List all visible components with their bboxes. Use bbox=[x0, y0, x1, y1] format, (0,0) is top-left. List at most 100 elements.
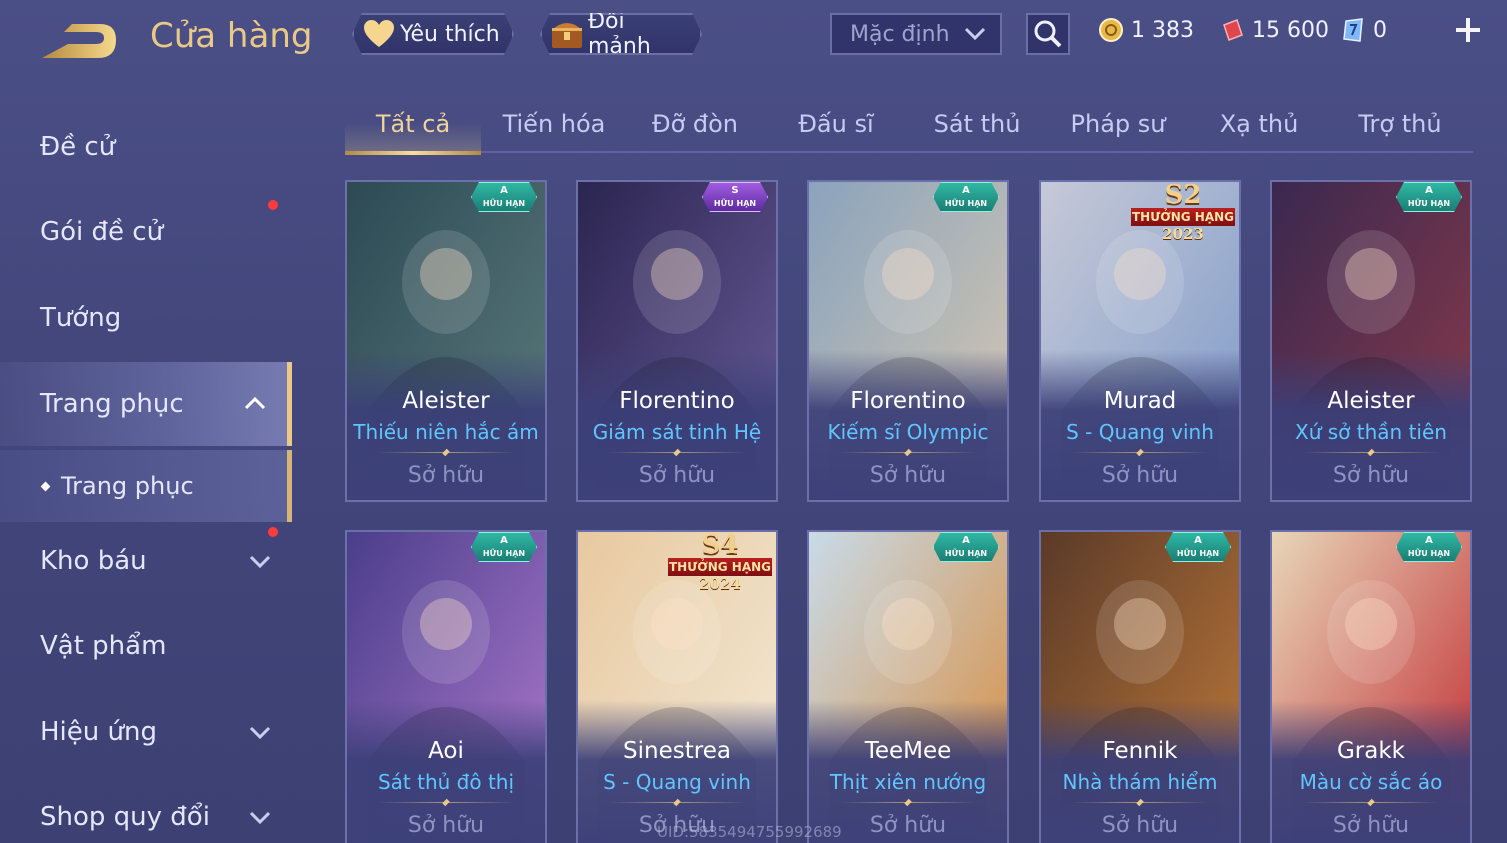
skin-card[interactable]: S HỮU HẠN Florentino Giám sát tinh Hệ Sở hữu bbox=[576, 180, 778, 502]
sidebar-item-skins[interactable]: Trang phục bbox=[0, 362, 292, 446]
card-divider bbox=[1302, 798, 1440, 807]
tab-mage[interactable]: Pháp sư bbox=[1050, 95, 1186, 153]
hero-name: Florentino bbox=[850, 388, 966, 414]
skin-card[interactable]: A HỮU HẠN Aleister Xứ sở thần tiên Sở hữu bbox=[1270, 180, 1472, 502]
badge-grade: A bbox=[962, 535, 970, 546]
chevron-up-icon bbox=[244, 396, 266, 410]
tab-marksman[interactable]: Xạ thủ bbox=[1191, 95, 1327, 153]
card-divider bbox=[1302, 448, 1440, 457]
chevron-down-icon bbox=[964, 27, 986, 41]
gem-currency: 0 bbox=[1339, 16, 1387, 44]
limited-badge: A HỮU HẠN bbox=[933, 532, 999, 562]
sidebar-item-label: Hiệu ứng bbox=[40, 717, 157, 747]
search-button[interactable] bbox=[1026, 13, 1070, 55]
gold-coin-icon bbox=[1097, 16, 1125, 44]
badge-grade: A bbox=[500, 185, 508, 196]
tab-assassin[interactable]: Sát thủ bbox=[909, 95, 1045, 153]
skin-name: Sát thủ đô thị bbox=[377, 770, 515, 794]
card-divider bbox=[839, 448, 977, 457]
sidebar-item-label: Kho báu bbox=[40, 546, 147, 576]
limited-badge: A HỮU HẠN bbox=[1396, 182, 1462, 212]
ownership-status: Sở hữu bbox=[638, 463, 716, 488]
sidebar-item-heroes[interactable]: Tướng bbox=[0, 276, 292, 360]
ownership-status: Sở hữu bbox=[869, 463, 947, 488]
skin-name: S - Quang vinh bbox=[1066, 420, 1214, 444]
sort-value: Mặc định bbox=[850, 21, 950, 47]
badge-label: HỮU HẠN bbox=[944, 549, 988, 558]
tab-support[interactable]: Trợ thủ bbox=[1332, 95, 1468, 153]
hero-name: Grakk bbox=[1336, 738, 1405, 764]
blue-gem-icon bbox=[1339, 16, 1367, 44]
tab-tank[interactable]: Đỡ đòn bbox=[627, 95, 763, 153]
limited-badge: A HỮU HẠN bbox=[471, 182, 537, 212]
skin-card[interactable]: A HỮU HẠN Aleister Thiếu niên hắc ám Sở hữu bbox=[345, 180, 547, 502]
red-voucher-icon bbox=[1218, 16, 1246, 44]
skin-name: Giám sát tinh Hệ bbox=[592, 420, 762, 444]
badge-label: HỮU HẠN bbox=[713, 199, 757, 208]
skin-grid: A HỮU HẠN Aleister Thiếu niên hắc ám Sở hữu S… bbox=[345, 180, 1475, 843]
skin-name: Nhà thám hiểm bbox=[1062, 770, 1218, 794]
badge-label: HỮU HẠN bbox=[944, 199, 988, 208]
ownership-status: Sở hữu bbox=[407, 813, 485, 838]
skin-card[interactable]: A HỮU HẠN Florentino Kiếm sĩ Olympic Sở hữu bbox=[807, 180, 1009, 502]
hero-name: Murad bbox=[1103, 388, 1177, 414]
skin-card[interactable]: A HỮU HẠN Grakk Màu cờ sắc áo Sở hữu bbox=[1270, 530, 1472, 843]
sidebar-item-recommended[interactable]: Đề cử bbox=[0, 105, 292, 189]
top-bar: Cửa hàng Yêu thích Đổi mảnh Mặc định 1 3… bbox=[0, 0, 1507, 80]
badge-grade: A bbox=[500, 535, 508, 546]
hero-name: Fennik bbox=[1102, 738, 1178, 764]
voucher-amount: 15 600 bbox=[1252, 17, 1329, 43]
season-rank-badge: S2 THƯỞNG HẠNG 2023 bbox=[1131, 180, 1235, 242]
sidebar-subitem-skins[interactable]: Trang phục bbox=[0, 450, 292, 522]
skin-name: Màu cờ sắc áo bbox=[1299, 770, 1443, 794]
skin-name: Kiếm sĩ Olympic bbox=[827, 420, 989, 444]
treasure-chest-icon bbox=[550, 18, 584, 50]
chevron-down-icon bbox=[249, 555, 271, 569]
back-arrow-icon[interactable] bbox=[38, 18, 120, 62]
skin-name: Xứ sở thần tiên bbox=[1295, 420, 1447, 444]
sidebar: Đề cử Gói đề cử Tướng Trang phục Trang p… bbox=[0, 95, 292, 843]
sidebar-item-treasure[interactable]: Kho báu bbox=[0, 519, 292, 603]
sidebar-item-label: Đề cử bbox=[40, 132, 116, 162]
badge-grade: S bbox=[731, 185, 739, 196]
favorites-label: Yêu thích bbox=[400, 21, 500, 47]
skin-card[interactable]: A HỮU HẠN TeeMee Thịt xiên nướng Sở hữu bbox=[807, 530, 1009, 843]
sidebar-item-effects[interactable]: Hiệu ứng bbox=[0, 690, 292, 774]
sidebar-item-items[interactable]: Vật phẩm bbox=[0, 604, 292, 688]
favorites-button[interactable]: Yêu thích bbox=[352, 13, 514, 55]
gem-amount: 0 bbox=[1373, 17, 1387, 43]
badge-grade: A bbox=[1194, 535, 1202, 546]
badge-grade: A bbox=[1425, 185, 1433, 196]
sidebar-item-recommended-packs[interactable]: Gói đề cử bbox=[0, 190, 292, 274]
limited-badge: A HỮU HẠN bbox=[1165, 532, 1231, 562]
card-divider bbox=[1071, 798, 1209, 807]
skin-card[interactable]: A HỮU HẠN Fennik Nhà thám hiểm Sở hữu bbox=[1039, 530, 1241, 843]
plus-icon[interactable] bbox=[1452, 14, 1484, 46]
rank-ribbon: THƯỞNG HẠNG bbox=[668, 558, 772, 576]
page-title: Cửa hàng bbox=[150, 16, 313, 56]
sidebar-item-label: Trang phục bbox=[61, 472, 194, 500]
hero-name: Aleister bbox=[402, 388, 490, 414]
skin-card[interactable]: A HỮU HẠN Aoi Sát thủ đô thị Sở hữu bbox=[345, 530, 547, 843]
user-id-watermark: UID:58354947559926​89 bbox=[657, 823, 842, 841]
exchange-shards-button[interactable]: Đổi mảnh bbox=[540, 13, 702, 55]
sidebar-item-exchange-shop[interactable]: Shop quy đổi bbox=[0, 775, 292, 843]
tab-all[interactable]: Tất cả bbox=[345, 95, 481, 155]
skin-name: Thịt xiên nướng bbox=[829, 770, 987, 794]
badge-label: HỮU HẠN bbox=[482, 549, 526, 558]
hero-name: Aoi bbox=[428, 738, 464, 764]
badge-grade: A bbox=[962, 185, 970, 196]
tab-evolution[interactable]: Tiến hóa bbox=[486, 95, 622, 153]
skin-name: Thiếu niên hắc ám bbox=[353, 420, 539, 444]
skin-card[interactable]: S2 THƯỞNG HẠNG 2023 Murad S - Quang vinh Sở h… bbox=[1039, 180, 1241, 502]
skin-card[interactable]: S4 THƯỞNG HẠNG 2024 Sinestrea S - Quang vinh… bbox=[576, 530, 778, 843]
card-divider bbox=[1071, 448, 1209, 457]
sort-dropdown[interactable]: Mặc định bbox=[830, 13, 1002, 55]
rank-big: S4 bbox=[701, 530, 739, 560]
limited-badge: S HỮU HẠN bbox=[702, 182, 768, 212]
badge-label: HỮU HẠN bbox=[482, 199, 526, 208]
tab-fighter[interactable]: Đấu sĩ bbox=[768, 95, 904, 153]
category-tabs: Tất cả Tiến hóa Đỡ đòn Đấu sĩ Sát thủ Ph… bbox=[345, 95, 1473, 155]
gold-amount: 1 383 bbox=[1131, 17, 1194, 43]
rank-big: S2 bbox=[1164, 180, 1202, 210]
